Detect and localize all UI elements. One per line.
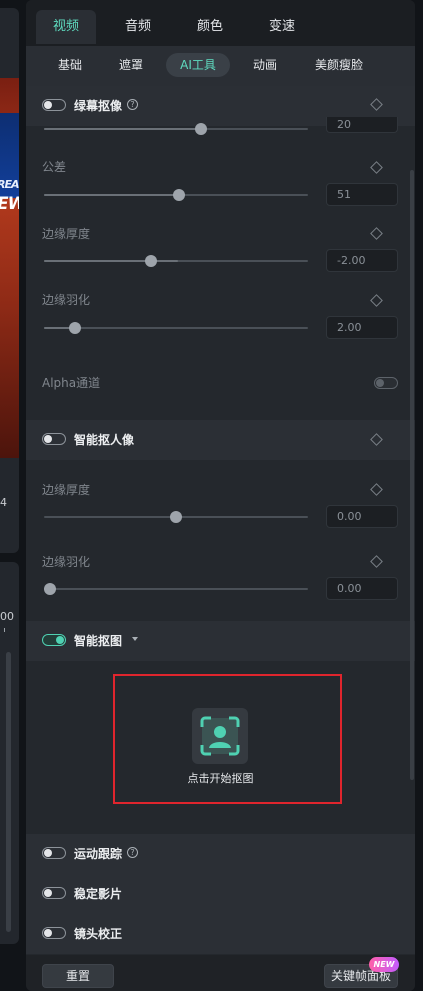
slider-thumb[interactable]: [195, 123, 207, 135]
slider-thumb[interactable]: [170, 511, 182, 523]
smart-portrait-header: 智能抠人像: [26, 420, 415, 460]
alpha-channel-toggle[interactable]: [374, 377, 398, 389]
tolerance-value-field[interactable]: 51: [326, 183, 398, 206]
tab-speed[interactable]: 变速: [252, 10, 312, 44]
top-value-field[interactable]: 20: [326, 117, 398, 133]
motion-tracking-row: 运动跟踪 ?: [26, 834, 415, 874]
toggle-knob: [56, 636, 64, 644]
subtab-basic[interactable]: 基础: [46, 53, 94, 77]
portrait-edge-thickness-label: 边缘厚度: [42, 483, 91, 497]
preview-counter: 4: [0, 496, 7, 509]
preview-text-bottom: EW: [0, 194, 19, 214]
smart-portrait-title: 智能抠人像: [74, 433, 135, 447]
portrait-edge-thickness-slider[interactable]: [44, 511, 308, 523]
portrait-edge-feather-slider[interactable]: [44, 583, 308, 595]
toggle-knob: [44, 849, 52, 857]
tolerance-label: 公差: [42, 160, 67, 174]
caret-down-icon[interactable]: [132, 637, 138, 641]
motion-tracking-title: 运动跟踪: [74, 847, 123, 861]
portrait-edge-feather-label: 边缘羽化: [42, 555, 91, 569]
edge-feather-value-field[interactable]: 2.00: [326, 316, 398, 339]
subtab-mask[interactable]: 遮罩: [106, 53, 156, 77]
toggle-knob: [44, 435, 52, 443]
help-icon[interactable]: ?: [127, 847, 138, 858]
green-screen-title: 绿幕抠像: [74, 99, 123, 113]
keyframe-diamond-icon[interactable]: [370, 555, 383, 568]
video-preview-panel: REA EW 4: [0, 8, 19, 553]
timeline-scrollbar[interactable]: [6, 652, 11, 932]
property-panel: 视频 音频 颜色 变速 基础 遮罩 AI工具 动画 美颜瘦脸 绿幕抠像 ? 20…: [26, 0, 415, 991]
timeline-tick: [4, 628, 5, 632]
slider-thumb[interactable]: [145, 255, 157, 267]
vertical-scrollbar[interactable]: [410, 170, 414, 780]
tab-video[interactable]: 视频: [36, 10, 96, 44]
smart-portrait-toggle[interactable]: [42, 433, 66, 445]
preview-text-top: REA: [0, 178, 19, 191]
timeline-time-label: 00: [0, 610, 14, 623]
person-scan-icon: [200, 716, 240, 756]
slider-fill: [44, 194, 179, 196]
properties-scroll-area: 绿幕抠像 ? 20 公差 51 边缘厚度 -2.00 边缘羽化 2.00 Alp…: [26, 86, 415, 955]
sub-tabs: 基础 遮罩 AI工具 动画 美颜瘦脸: [26, 46, 415, 86]
edge-feather-slider[interactable]: [44, 322, 308, 334]
keyframe-diamond-icon[interactable]: [370, 433, 383, 446]
subtab-ai-tools[interactable]: AI工具: [166, 53, 230, 77]
keyframe-diamond-icon[interactable]: [370, 483, 383, 496]
main-tabs: 视频 音频 颜色 变速: [26, 0, 415, 46]
slider-thumb[interactable]: [44, 583, 56, 595]
edge-thickness-value-field[interactable]: -2.00: [326, 249, 398, 272]
subtab-beauty[interactable]: 美颜瘦脸: [302, 53, 376, 77]
tab-audio[interactable]: 音频: [108, 10, 168, 44]
toggle-knob: [44, 889, 52, 897]
toggle-knob: [376, 379, 384, 387]
new-badge: NEW: [369, 957, 399, 972]
keyframe-diamond-icon[interactable]: [370, 98, 383, 111]
keyframe-diamond-icon[interactable]: [370, 294, 383, 307]
motion-tracking-toggle[interactable]: [42, 847, 66, 859]
portrait-edge-feather-value-field[interactable]: 0.00: [326, 577, 398, 600]
smart-cutout-toggle[interactable]: [42, 634, 66, 646]
lens-correction-toggle[interactable]: [42, 927, 66, 939]
help-icon[interactable]: ?: [127, 99, 138, 110]
top-slider-track[interactable]: [44, 123, 308, 135]
lens-correction-row: 镜头校正: [26, 914, 415, 954]
alpha-channel-label: Alpha通道: [42, 376, 101, 390]
slider-fill: [44, 128, 204, 130]
left-panel: REA EW 4 00: [0, 0, 19, 991]
tab-color[interactable]: 颜色: [180, 10, 240, 44]
slider-thumb[interactable]: [69, 322, 81, 334]
subtab-animation[interactable]: 动画: [240, 53, 290, 77]
keyframe-diamond-icon[interactable]: [370, 161, 383, 174]
reset-button[interactable]: 重置: [42, 964, 114, 988]
green-screen-toggle[interactable]: [42, 99, 66, 111]
edge-thickness-slider[interactable]: [44, 255, 308, 267]
smart-cutout-title: 智能抠图: [74, 634, 123, 648]
stabilize-toggle[interactable]: [42, 887, 66, 899]
start-cutout-button[interactable]: [192, 708, 248, 764]
portrait-edge-thickness-value-field[interactable]: 0.00: [326, 505, 398, 528]
smart-cutout-header: 智能抠图: [26, 621, 415, 661]
toggle-knob: [44, 101, 52, 109]
toggle-knob: [44, 929, 52, 937]
slider-thumb[interactable]: [173, 189, 185, 201]
lens-correction-title: 镜头校正: [74, 927, 123, 941]
start-cutout-label[interactable]: 点击开始抠图: [26, 770, 415, 786]
edge-feather-label: 边缘羽化: [42, 293, 91, 307]
bottom-action-bar: 重置 关键帧面板: [26, 955, 415, 991]
tolerance-slider[interactable]: [44, 189, 308, 201]
slider-fill: [44, 260, 178, 262]
timeline-panel: 00: [0, 562, 19, 944]
stabilize-row: 稳定影片: [26, 874, 415, 914]
edge-thickness-label: 边缘厚度: [42, 227, 91, 241]
keyframe-diamond-icon[interactable]: [370, 227, 383, 240]
stabilize-title: 稳定影片: [74, 887, 123, 901]
